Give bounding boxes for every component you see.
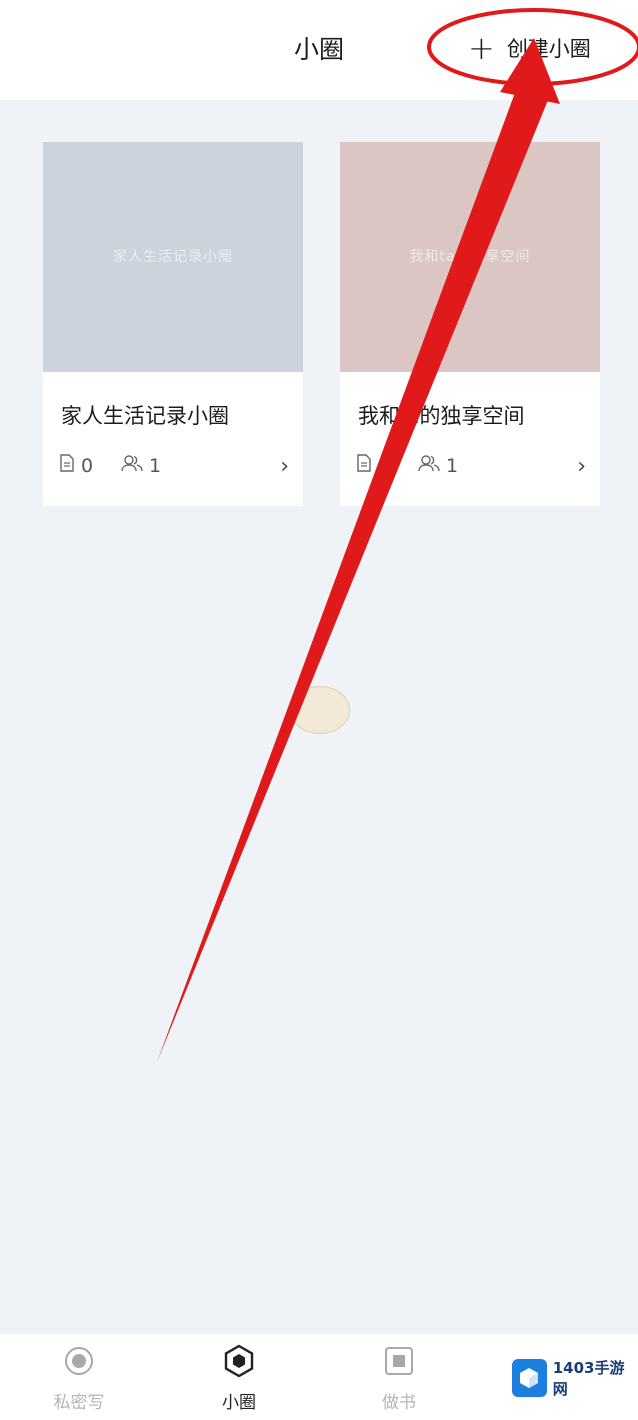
circle-meta: 0 1 › <box>59 454 289 484</box>
member-count-value: 1 <box>446 454 459 477</box>
touch-indicator <box>290 686 350 734</box>
post-count-value: 0 <box>81 454 94 477</box>
site-watermark: 1403手游网 <box>512 1358 632 1398</box>
members-icon <box>121 454 143 477</box>
create-circle-button[interactable]: + 创建小圈 <box>468 30 591 66</box>
chevron-right-icon: › <box>280 454 289 479</box>
circle-cover: 我和ta的独享空间 <box>340 142 600 372</box>
tab-make-book[interactable]: 做书 <box>354 1344 444 1413</box>
chevron-right-icon: › <box>577 454 586 479</box>
tab-private-write[interactable]: 私密写 <box>34 1344 124 1413</box>
member-count: 1 <box>418 454 458 477</box>
post-count <box>356 454 372 477</box>
circle-name: 家人生活记录小圈 <box>61 404 229 428</box>
circle-cover: 家人生活记录小圈 <box>43 142 303 372</box>
circle-card-couple[interactable]: 我和ta的独享空间 我和 a的独享空间 1 › <box>340 142 600 506</box>
hexagon-icon <box>194 1344 284 1378</box>
circle-name: 我和 a的独享空间 <box>358 404 525 428</box>
circle-meta: 1 › <box>356 454 586 484</box>
create-circle-label: 创建小圈 <box>506 37 591 61</box>
record-icon <box>34 1344 124 1378</box>
document-icon <box>356 454 372 477</box>
plus-icon: + <box>468 29 495 67</box>
tab-label: 小圈 <box>222 1393 256 1413</box>
tab-label: 做书 <box>382 1393 416 1413</box>
cover-text: 家人生活记录小圈 <box>113 249 233 265</box>
cube-logo-icon <box>512 1359 547 1397</box>
post-count: 0 <box>59 454 93 477</box>
circle-card-family[interactable]: 家人生活记录小圈 家人生活记录小圈 0 1 › <box>43 142 303 506</box>
book-icon <box>354 1344 444 1378</box>
member-count: 1 <box>121 454 161 477</box>
top-bar: 小圈 + 创建小圈 <box>0 0 638 100</box>
document-icon <box>59 454 75 477</box>
member-count-value: 1 <box>149 454 162 477</box>
watermark-text: 1403手游网 <box>552 1359 625 1398</box>
tab-label: 私密写 <box>53 1393 105 1413</box>
cover-text: 我和ta的独享空间 <box>409 249 531 265</box>
members-icon <box>418 454 440 477</box>
tab-circles[interactable]: 小圈 <box>194 1344 284 1413</box>
